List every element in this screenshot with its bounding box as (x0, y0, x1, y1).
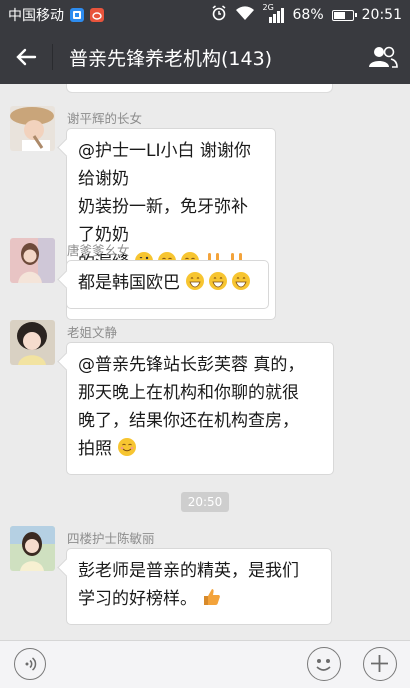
status-bar: 中国移动 2G 68% 20:51 (0, 0, 410, 30)
battery-fill (333, 11, 346, 19)
group-members-icon[interactable] (367, 45, 399, 69)
status-right: 2G 68% 20:51 (211, 3, 402, 25)
chat-header: 普亲先锋养老机构(143) (0, 30, 410, 84)
message-line: @普亲先锋站长彭芙蓉 真的， (78, 355, 305, 375)
sender-name: 谢平辉的长女 (67, 111, 143, 126)
status-left: 中国移动 (8, 5, 104, 25)
battery-icon (331, 9, 357, 21)
weibo-icon (90, 8, 104, 22)
grin-emoji (231, 271, 251, 300)
sender-name: 老姐文静 (67, 325, 118, 340)
status-time: 20:51 (361, 7, 402, 23)
back-button[interactable] (0, 30, 52, 84)
input-bar (0, 640, 410, 688)
message-bubble[interactable]: 都是韩国欧巴 (66, 260, 269, 309)
plus-icon[interactable] (364, 648, 395, 679)
time-separator: 20:50 (181, 492, 229, 512)
emoji-button[interactable] (307, 647, 341, 681)
sender-name: 四楼护士陈敏丽 (67, 531, 155, 546)
chat-message-list[interactable]: 谢平辉的长女 @护士一LI小白 谢谢你给谢奶 奶装扮一新，免牙弥补了奶奶 的漏缝… (0, 84, 410, 640)
message-text: 都是韩国欧巴 (78, 273, 180, 293)
message-line: 学习的好榜样。 (78, 589, 197, 609)
grin-emoji (208, 271, 228, 300)
battery-percent: 68% (292, 7, 324, 23)
back-arrow-icon[interactable] (15, 46, 37, 68)
message-line: 拍照 (78, 439, 112, 459)
avatar[interactable] (10, 106, 55, 151)
thumbs-up-emoji (202, 587, 222, 616)
avatar[interactable] (10, 320, 55, 365)
group-members-button[interactable] (356, 30, 410, 84)
header-divider (52, 44, 53, 70)
chat-title: 普亲先锋养老机构(143) (69, 47, 273, 70)
message-line: 彭老师是普亲的精英，是我们 (78, 561, 299, 581)
message-bubble[interactable]: @普亲先锋站长彭芙蓉 真的， 那天晚上在机构和你聊的就很 晚了，结果你还在机构查… (66, 342, 334, 475)
alarm-icon (211, 5, 227, 25)
message-line: @护士一LI小白 谢谢你给谢奶 (78, 141, 251, 189)
carrier-label: 中国移动 (8, 8, 64, 24)
previous-message-bubble (66, 84, 333, 93)
more-options-button[interactable] (363, 647, 397, 681)
message-line: 晚了，结果你还在机构查房， (78, 411, 299, 431)
notification-app-icon (70, 8, 84, 22)
avatar[interactable] (10, 526, 55, 571)
wifi-icon (235, 5, 255, 25)
signal-icon: 2G (263, 3, 285, 23)
smile-emoji (117, 437, 137, 466)
message-bubble[interactable]: 彭老师是普亲的精英，是我们 学习的好榜样。 (66, 548, 332, 625)
emoji-face-icon[interactable] (308, 648, 339, 679)
sender-name: 唐爹爹幺女 (67, 243, 130, 258)
message-line: 奶装扮一新，免牙弥补了奶奶 (78, 197, 248, 245)
grin-emoji (185, 271, 205, 300)
voice-input-icon[interactable] (22, 656, 38, 672)
message-line: 那天晚上在机构和你聊的就很 (78, 383, 299, 403)
avatar[interactable] (10, 238, 55, 283)
voice-input-button[interactable] (14, 648, 46, 680)
